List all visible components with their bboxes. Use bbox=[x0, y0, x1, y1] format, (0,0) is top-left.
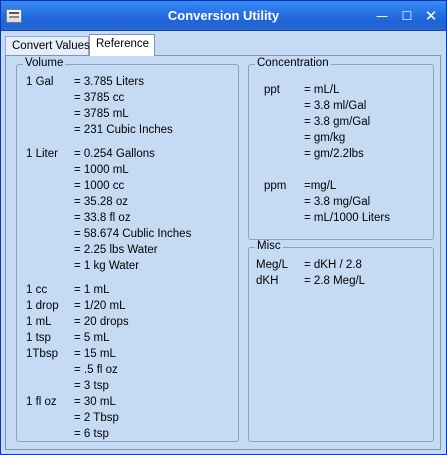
volume-legend: Volume bbox=[23, 57, 66, 69]
title-bar[interactable]: Conversion Utility — ☐ ✕ bbox=[1, 1, 446, 31]
volume-value: = 1000 cc bbox=[74, 180, 125, 192]
misc-legend: Misc bbox=[255, 240, 283, 252]
volume-value: = 33.8 fl oz bbox=[74, 212, 131, 224]
concentration-value: = mL/1000 Liters bbox=[304, 212, 390, 224]
volume-value: = 231 Cubic Inches bbox=[74, 124, 173, 136]
volume-unit: 1 cc bbox=[26, 284, 48, 296]
volume-value: = 15 mL bbox=[74, 348, 116, 360]
volume-unit: 1Tbsp bbox=[26, 348, 58, 360]
volume-value: = 35.28 oz bbox=[74, 196, 129, 208]
volume-unit: 1 drop bbox=[26, 300, 59, 312]
concentration-value: =mg/L bbox=[304, 180, 337, 192]
volume-value: = 20 drops bbox=[74, 316, 129, 328]
misc-value: = dKH / 2.8 bbox=[304, 259, 362, 271]
minimize-button[interactable]: — bbox=[372, 8, 392, 25]
volume-group: Volume 1 Gal = 3.785 Liters = 3785 cc = … bbox=[16, 57, 239, 442]
misc-value: = 2.8 Meg/L bbox=[304, 275, 366, 287]
close-button[interactable]: ✕ bbox=[421, 8, 441, 25]
volume-value: = 1000 mL bbox=[74, 164, 129, 176]
app-window: Conversion Utility — ☐ ✕ Convert Values … bbox=[0, 0, 447, 455]
volume-value: = 58.674 Cublic Inches bbox=[74, 228, 192, 240]
concentration-value: = mL/L bbox=[304, 84, 340, 96]
concentration-group: Concentration ppt = mL/L = 3.8 ml/Gal = … bbox=[248, 57, 434, 240]
volume-unit: 1 mL bbox=[26, 316, 52, 328]
volume-value: = 1 mL bbox=[74, 284, 110, 296]
volume-unit: 1 tsp bbox=[26, 332, 51, 344]
concentration-unit: ppt bbox=[264, 84, 280, 96]
volume-value: = 2 Tbsp bbox=[74, 412, 119, 424]
concentration-value: = 3.8 ml/Gal bbox=[304, 100, 367, 112]
volume-value: = 1 kg Water bbox=[74, 260, 140, 272]
misc-unit: dKH bbox=[256, 275, 279, 287]
concentration-value: = 3.8 gm/Gal bbox=[304, 116, 371, 128]
tab-convert-values[interactable]: Convert Values bbox=[5, 36, 90, 56]
misc-group: Misc Meg/L = dKH / 2.8 dKH = 2.8 Meg/L bbox=[248, 240, 434, 442]
volume-value: = 2.25 lbs Water bbox=[74, 244, 158, 256]
volume-value: = 3785 mL bbox=[74, 108, 129, 120]
volume-value: = 3.785 Liters bbox=[74, 76, 145, 88]
volume-value: = 3785 cc bbox=[74, 92, 125, 104]
volume-value: = 0.254 Gallons bbox=[74, 148, 155, 160]
tab-strip: Convert Values Reference bbox=[5, 34, 442, 56]
volume-value: = 30 mL bbox=[74, 396, 116, 408]
maximize-button[interactable]: ☐ bbox=[397, 8, 417, 25]
volume-unit: 1 fl oz bbox=[26, 396, 57, 408]
tab-reference[interactable]: Reference bbox=[89, 34, 155, 56]
volume-value: = 3 tsp bbox=[74, 380, 109, 392]
concentration-unit: ppm bbox=[264, 180, 287, 192]
volume-value: = 1/20 mL bbox=[74, 300, 126, 312]
volume-value: = 6 tsp bbox=[74, 428, 109, 440]
reference-panel: Volume 1 Gal = 3.785 Liters = 3785 cc = … bbox=[5, 55, 441, 450]
volume-value: = .5 fl oz bbox=[74, 364, 118, 376]
concentration-value: = 3.8 mg/Gal bbox=[304, 196, 371, 208]
concentration-value: = gm/2.2lbs bbox=[304, 148, 364, 160]
volume-unit: 1 Gal bbox=[26, 76, 54, 88]
volume-unit: 1 Liter bbox=[26, 148, 58, 160]
misc-unit: Meg/L bbox=[256, 259, 288, 271]
volume-value: = 5 mL bbox=[74, 332, 110, 344]
concentration-value: = gm/kg bbox=[304, 132, 346, 144]
concentration-legend: Concentration bbox=[255, 57, 331, 69]
